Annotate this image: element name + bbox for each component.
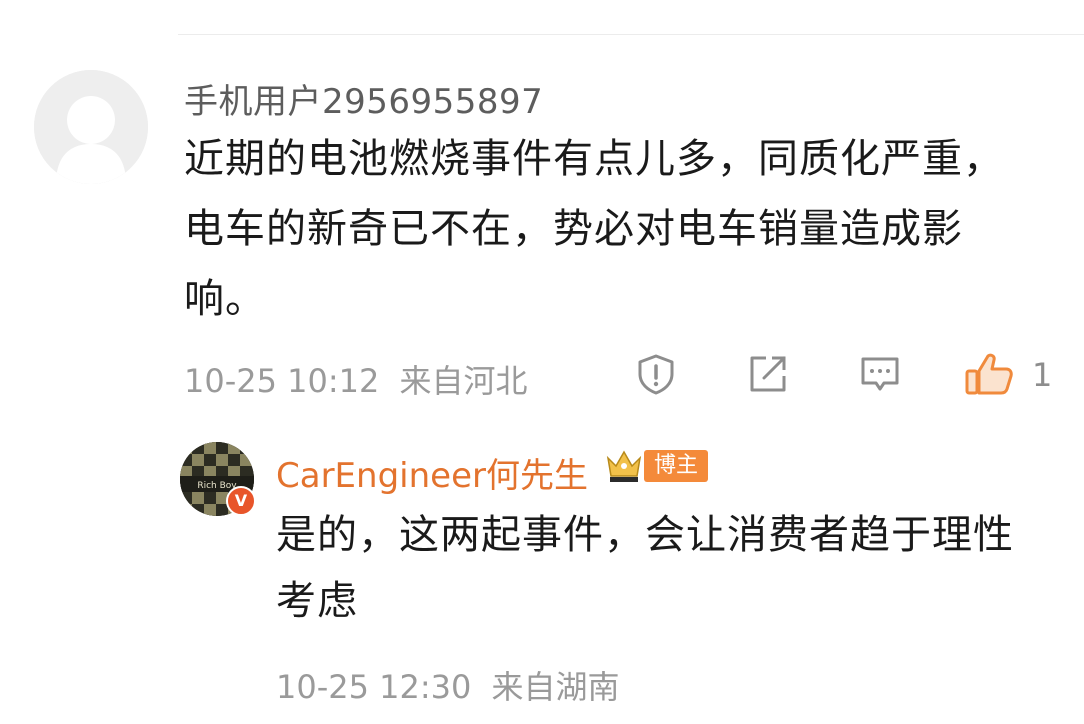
comment-button[interactable] [858, 352, 902, 396]
like-icon [965, 353, 1013, 395]
comment-username[interactable]: 手机用户2956955897 [184, 74, 543, 123]
comment-location: 来自河北 [399, 362, 528, 400]
verified-badge: V [226, 486, 256, 516]
report-button[interactable] [634, 352, 678, 396]
blogger-badge: 博主 [644, 450, 709, 482]
reply-text: 是的，这两起事件，会让消费者趋于理性考虑 [276, 512, 1014, 624]
report-icon [638, 354, 674, 395]
crown-icon [606, 450, 642, 482]
reply-timestamp: 10-25 12:30 [276, 668, 472, 706]
comment-text: 近期的电池燃烧事件有点儿多，同质化严重，电车的新奇已不在，势必对电车销量造成影响… [184, 136, 1004, 322]
comment-icon [861, 357, 899, 391]
user-avatar[interactable] [34, 70, 148, 184]
like-button[interactable] [964, 352, 1014, 396]
default-user-icon [34, 70, 148, 184]
reply-meta: 10-25 12:30 来自湖南 [276, 662, 620, 708]
like-count: 1 [1032, 356, 1053, 394]
comment-timestamp: 10-25 10:12 [184, 362, 380, 400]
top-divider [178, 34, 1084, 35]
comment-meta: 10-25 10:12 来自河北 [184, 356, 528, 402]
share-icon [750, 356, 786, 392]
share-button[interactable] [746, 352, 790, 396]
reply-username[interactable]: CarEngineer何先生 [276, 448, 588, 497]
reply-location: 来自湖南 [491, 668, 620, 706]
